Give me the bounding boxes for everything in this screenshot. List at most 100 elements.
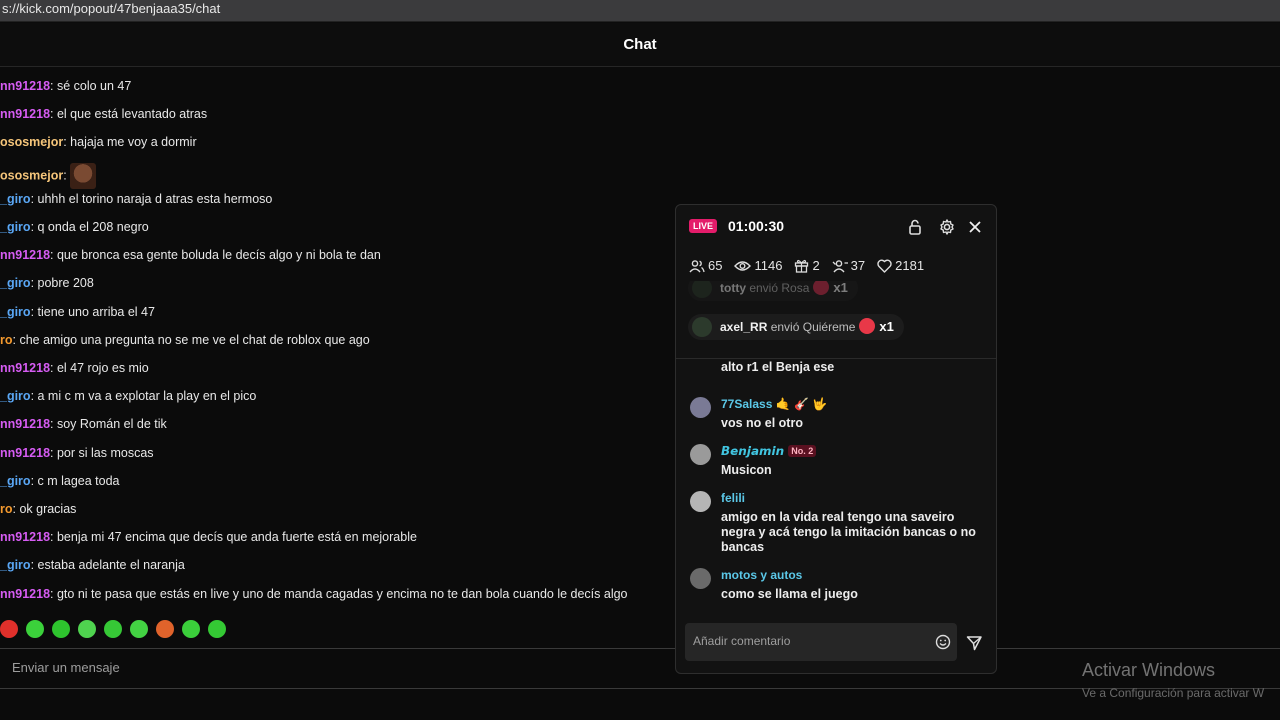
face-emote: [69, 162, 96, 189]
chat-username[interactable]: ro: [0, 502, 13, 516]
chat-message: nn91218: que bronca esa gente boluda le …: [0, 247, 381, 263]
chat-message-text: : el que está levantado atras: [50, 107, 208, 122]
gift-icon: [813, 281, 830, 295]
emote-icon[interactable]: [182, 620, 200, 638]
chat-message-text: : pobre 208: [30, 276, 94, 291]
gift-feed: totty envió Rosa x1 axel_RR envió Quiéreme…: [676, 281, 996, 359]
chat-username[interactable]: nn91218: [0, 107, 50, 121]
chat-title: Chat: [0, 23, 1280, 67]
chat-username[interactable]: nn91218: [0, 417, 50, 431]
chat-message: nn91218: el 47 rojo es mio: [0, 360, 149, 376]
chat-username[interactable]: nn91218: [0, 530, 50, 544]
stream-stats: 65 1146 2 37 2181: [689, 257, 936, 275]
chat-username[interactable]: _giro: [0, 389, 31, 403]
chat-username[interactable]: ososmejor: [0, 168, 63, 182]
gift-sender: totty: [720, 281, 746, 295]
chat-message: nn91218: benja mi 47 encima que decís qu…: [0, 529, 417, 545]
gift-description: envió Rosa: [746, 281, 810, 295]
emote-bar: [0, 620, 234, 642]
avatar: [690, 568, 711, 589]
chat-username[interactable]: _giro: [0, 192, 31, 206]
stat-value: 65: [708, 258, 723, 274]
stat-value: 2: [812, 258, 820, 274]
gift-item: axel_RR envió Quiéreme x1: [688, 314, 904, 340]
overlay-username-text: motos y autos: [721, 568, 803, 582]
stream-timer: 01:00:30: [728, 218, 785, 234]
comment-input[interactable]: [693, 634, 933, 648]
chat-message-input[interactable]: [12, 660, 612, 675]
chat-username[interactable]: _giro: [0, 474, 31, 488]
chat-username[interactable]: nn91218: [0, 446, 50, 460]
emote-icon[interactable]: [130, 620, 148, 638]
lock-icon[interactable]: [906, 218, 924, 236]
stat-follow: 37: [832, 258, 865, 273]
overlay-username[interactable]: motos y autos: [721, 568, 802, 582]
overlay-username[interactable]: 𝘽𝙚𝙣𝙟𝙖𝙢𝙞𝙣 No. 2: [721, 444, 817, 458]
browser-url-bar[interactable]: s://kick.com/popout/47benjaaa35/chat: [0, 0, 1280, 22]
emoji-icon[interactable]: [935, 634, 951, 650]
chat-message-text: : c m lagea toda: [30, 473, 120, 488]
chat-username[interactable]: ro: [0, 333, 13, 347]
chat-message-text: : el 47 rojo es mio: [50, 361, 149, 375]
avatar: [690, 397, 711, 418]
eye-icon: [734, 258, 754, 273]
stat-users: 65: [689, 258, 722, 273]
gift-icon: [794, 258, 812, 273]
emote-icon[interactable]: [208, 620, 226, 638]
chat-username[interactable]: nn91218: [0, 79, 50, 93]
gift-description: envió Quiéreme: [767, 320, 856, 334]
chat-message: ososmejor: hajaja me voy a dormir: [0, 134, 197, 150]
chat-message-list: nn91218: sé colo un 47 nn91218: el que es…: [0, 71, 1280, 611]
close-icon[interactable]: [966, 218, 984, 236]
chat-message-text: : por si las moscas: [50, 445, 154, 460]
chat-username[interactable]: _giro: [0, 276, 31, 290]
live-badge: LIVE: [689, 219, 718, 233]
chat-username[interactable]: nn91218: [0, 248, 50, 262]
chat-message-text: : soy Román el de tik: [50, 417, 167, 432]
overlay-message-text: amigo en la vida real tengo una saveiro …: [721, 510, 976, 554]
chat-username[interactable]: nn91218: [0, 361, 50, 375]
emote-icon[interactable]: [156, 620, 174, 638]
chat-message-text: : que bronca esa gente boluda le decís a…: [50, 248, 381, 263]
chat-username[interactable]: ososmejor: [0, 135, 63, 149]
chat-message: _giro: pobre 208: [0, 275, 94, 291]
overlay-message-text: Musicon: [721, 463, 772, 477]
users-icon: [689, 258, 708, 273]
avatar: [690, 491, 711, 512]
avatar: [690, 444, 711, 465]
follow-icon: [832, 258, 851, 273]
emote-icon[interactable]: [0, 620, 18, 638]
emote-icon[interactable]: [52, 620, 70, 638]
overlay-message-text: alto r1 el Benja ese: [721, 360, 835, 374]
overlay-username[interactable]: felili: [721, 491, 745, 505]
chat-message: nn91218: soy Román el de tik: [0, 416, 167, 432]
chat-message-text: : uhhh el torino naraja d atras esta her…: [30, 191, 273, 206]
overlay-message-text: como se llama el juego: [721, 587, 858, 601]
chat-message: _giro: estaba adelante el naranja: [0, 557, 185, 573]
overlay-message-text: vos no el otro: [721, 416, 803, 430]
overlay-username-text: felili: [721, 491, 746, 505]
gift-sender: axel_RR: [720, 320, 768, 334]
overlay-username[interactable]: 77Salass 🤙 🎸 🤟: [721, 397, 827, 411]
chat-message-text: :: [63, 167, 67, 182]
send-icon[interactable]: [966, 635, 982, 651]
emote-icon[interactable]: [104, 620, 122, 638]
stat-gift: 2: [794, 258, 820, 274]
stat-value: 1146: [754, 258, 783, 274]
chat-username[interactable]: _giro: [0, 305, 31, 319]
chat-username[interactable]: _giro: [0, 558, 31, 572]
chat-message: nn91218: gto ni te pasa que estás en liv…: [0, 586, 628, 602]
chat-message: _giro: uhhh el torino naraja d atras est…: [0, 191, 272, 207]
chat-username[interactable]: nn91218: [0, 587, 50, 601]
emote-icon[interactable]: [78, 620, 96, 638]
gear-icon[interactable]: [938, 218, 956, 236]
emote-icon[interactable]: [26, 620, 44, 638]
chat-message: _giro: c m lagea toda: [0, 473, 120, 489]
chat-message: _giro: a mi c m va a explotar la play en…: [0, 388, 256, 404]
chat-message-text: : a mi c m va a explotar la play en el p…: [30, 389, 257, 404]
chat-message-text: : ok gracias: [12, 502, 77, 516]
chat-message: nn91218: por si las moscas: [0, 445, 154, 461]
chat-username[interactable]: _giro: [0, 220, 31, 234]
chat-message: ososmejor:: [0, 162, 96, 189]
chat-message-text: : q onda el 208 negro: [30, 220, 149, 234]
